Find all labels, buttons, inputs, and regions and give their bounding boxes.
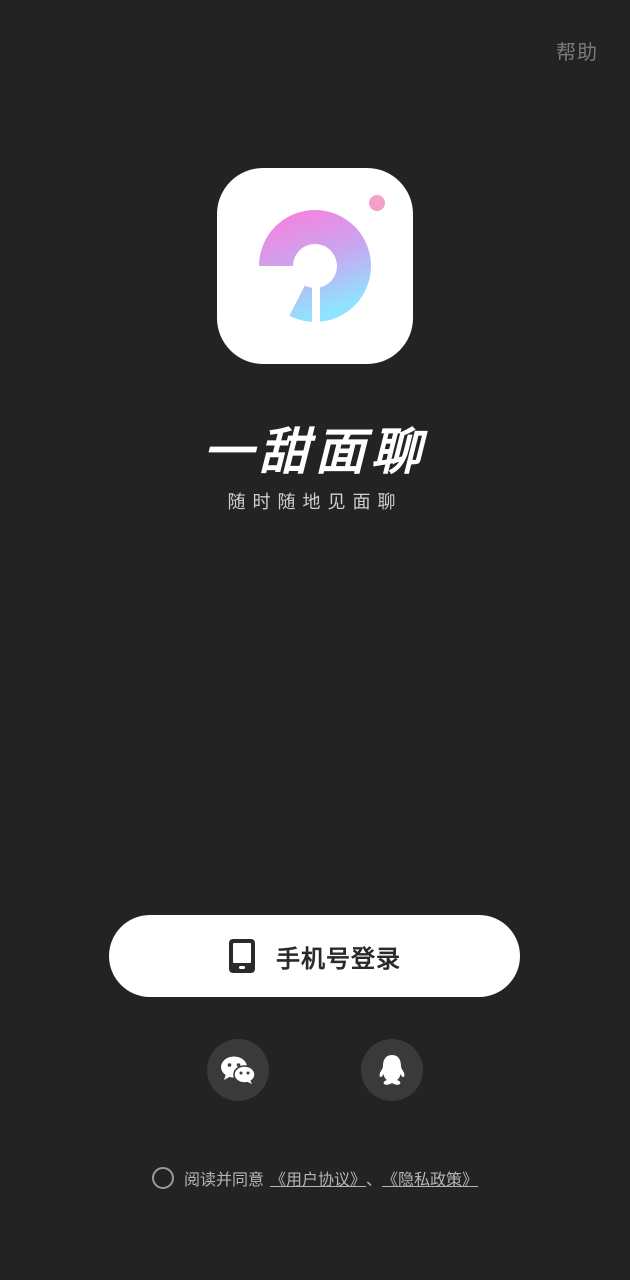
app-slogan: 随时随地见面聊	[227, 492, 403, 513]
qq-icon	[379, 1055, 405, 1085]
qq-login-button[interactable]	[361, 1039, 423, 1101]
phone-login-button[interactable]: 手机号登录	[109, 915, 520, 997]
app-logo	[217, 168, 413, 364]
agreement-prefix: 阅读并同意	[183, 1170, 264, 1189]
app-name: 一甜面聊	[203, 423, 427, 481]
phone-icon	[229, 939, 255, 973]
agree-checkbox[interactable]	[151, 1167, 174, 1189]
help-link[interactable]: 帮助	[556, 36, 598, 65]
phone-login-label: 手机号登录	[276, 944, 401, 973]
login-screen: 帮助 一甜面聊 随时随地见面聊 手机号登录 阅读并同意 《用户协议》 、 《隐私…	[0, 0, 630, 1280]
wechat-icon	[221, 1056, 256, 1084]
wechat-login-button[interactable]	[207, 1039, 269, 1101]
user-agreement-link[interactable]: 《用户协议》	[270, 1166, 366, 1190]
agreement-separator: 、	[366, 1170, 383, 1189]
logo-mark-icon	[247, 195, 385, 334]
agreement-row: 阅读并同意 《用户协议》 、 《隐私政策》	[0, 1166, 630, 1190]
privacy-policy-link[interactable]: 《隐私政策》	[382, 1166, 478, 1190]
